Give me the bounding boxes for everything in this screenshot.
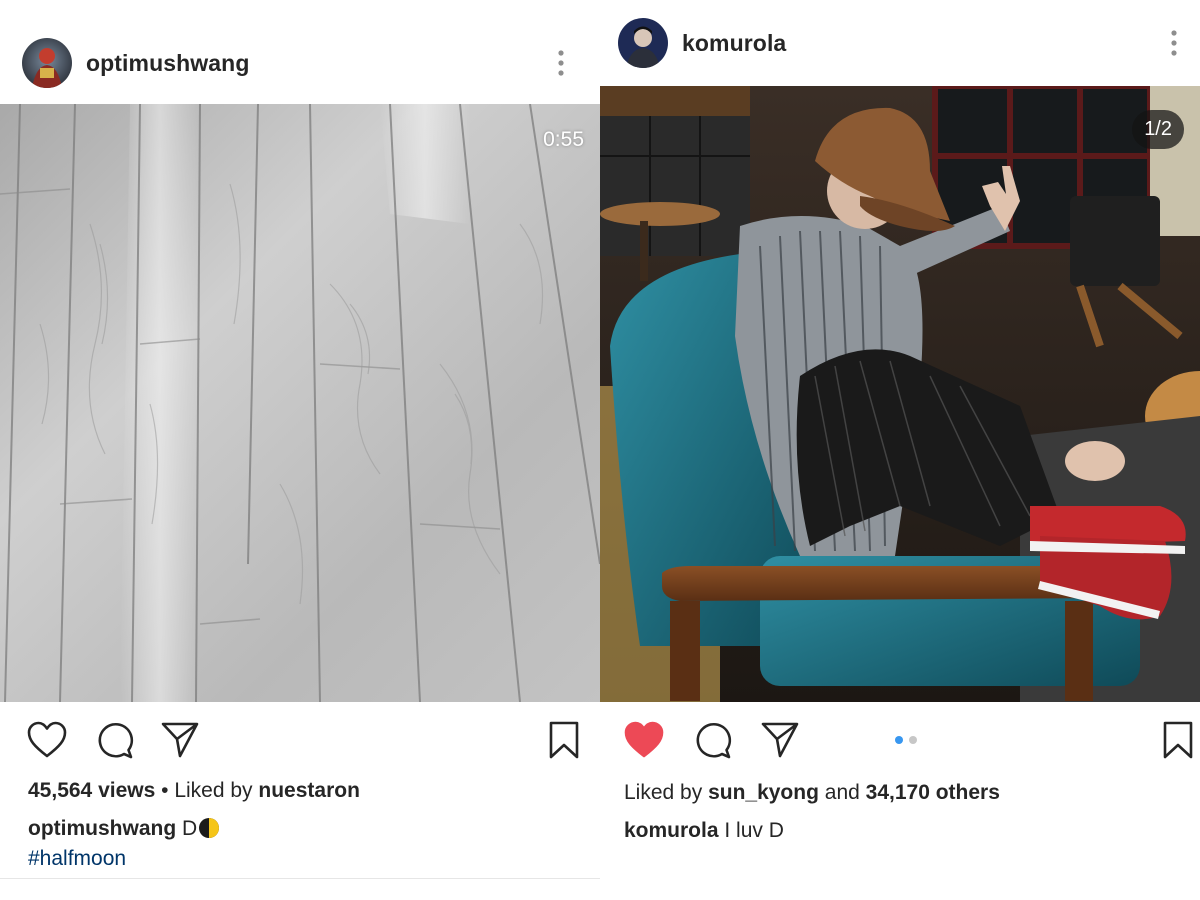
wooden-floor-icon [0, 104, 600, 702]
bookmark-icon[interactable] [1162, 720, 1194, 760]
liked-by-prefix: Liked by [624, 781, 703, 804]
liked-by-others[interactable]: 34,170 others [866, 781, 1000, 804]
half-moon-emoji-icon [199, 818, 220, 838]
username[interactable]: optimushwang [86, 50, 249, 77]
caption-text: I luv D [724, 819, 784, 842]
caption-username[interactable]: komurola [624, 819, 719, 842]
video-duration: 0:55 [543, 128, 584, 151]
username[interactable]: komurola [682, 30, 786, 57]
send-icon[interactable] [760, 720, 800, 760]
hashtag-link[interactable]: #halfmoon [28, 847, 126, 870]
comment-icon[interactable] [94, 720, 134, 760]
bookmark-icon[interactable] [548, 720, 580, 760]
post-header: optimushwang [0, 36, 600, 90]
person-in-chair-photo-icon [600, 86, 1200, 702]
divider [0, 878, 600, 879]
liked-by-user[interactable]: nuestaron [258, 779, 360, 802]
liked-by-user[interactable]: sun_kyong [708, 781, 819, 804]
separator-dot: • [161, 779, 169, 802]
more-vertical-icon[interactable] [555, 48, 567, 78]
likes-line: Liked by sun_kyong and 34,170 others [624, 780, 1180, 806]
carousel-dot-active [895, 736, 903, 744]
caption: komurola I luv D [624, 818, 1180, 844]
liked-by-and: and [824, 781, 860, 804]
post-komurola: komurola 1/2 Liked by sun_kyong and 34,1… [600, 0, 1200, 900]
post-actions [600, 720, 1200, 762]
post-header: komurola [600, 16, 1200, 70]
caption: optimushwang D [28, 816, 580, 842]
comment-icon[interactable] [692, 720, 732, 760]
heart-filled-icon[interactable] [622, 720, 666, 760]
post-optimushwang: optimushwang 0:55 45,564 views • Liked b… [0, 0, 600, 900]
carousel-dot [909, 736, 917, 744]
send-icon[interactable] [160, 720, 200, 760]
user-avatar[interactable] [618, 18, 668, 68]
post-actions [0, 720, 600, 762]
post-video[interactable]: 0:55 [0, 104, 600, 702]
views-and-likes: 45,564 views • Liked by nuestaron [28, 778, 580, 804]
caption-username[interactable]: optimushwang [28, 817, 176, 840]
carousel-count-badge: 1/2 [1132, 110, 1184, 149]
hashtag-line: #halfmoon [28, 846, 580, 872]
more-vertical-icon[interactable] [1168, 28, 1180, 58]
views-count[interactable]: 45,564 views [28, 779, 155, 802]
liked-by-prefix: Liked by [174, 779, 253, 802]
post-photo[interactable]: 1/2 [600, 86, 1200, 702]
heart-outline-icon[interactable] [26, 720, 68, 760]
user-avatar[interactable] [22, 38, 72, 88]
carousel-indicator [895, 736, 917, 744]
caption-text: D [182, 817, 198, 840]
